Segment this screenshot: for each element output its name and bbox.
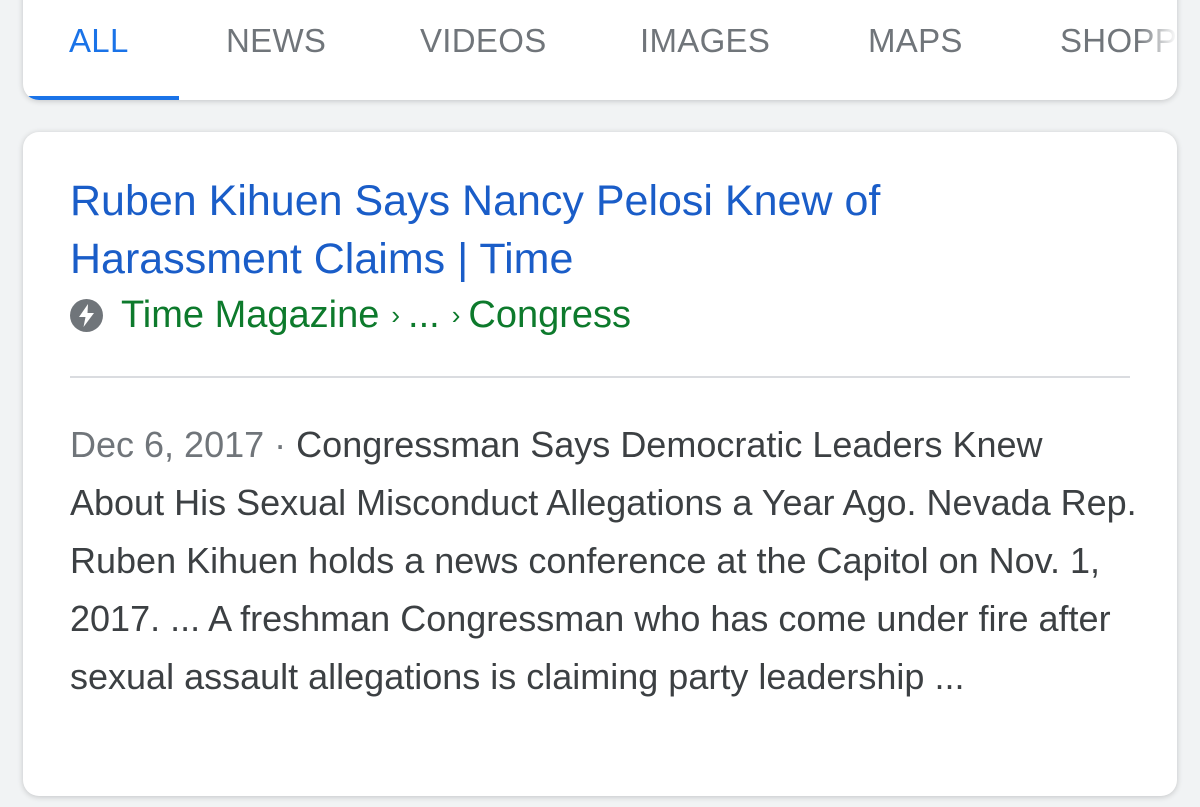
result-snippet: Dec 6, 2017 · Congressman Says Democrati… <box>70 416 1140 706</box>
tab-videos[interactable]: VIDEOS <box>420 22 547 60</box>
snippet-date-separator: · <box>274 424 287 465</box>
breadcrumb-site: Time Magazine <box>121 293 380 336</box>
search-result-card: Ruben Kihuen Says Nancy Pelosi Knew of H… <box>23 132 1177 796</box>
breadcrumb-separator: › <box>391 299 401 330</box>
active-tab-indicator <box>23 96 179 100</box>
tab-all[interactable]: ALL <box>69 22 129 60</box>
tab-news[interactable]: NEWS <box>226 22 326 60</box>
tab-maps[interactable]: MAPS <box>868 22 963 60</box>
snippet-date: Dec 6, 2017 <box>70 424 265 465</box>
breadcrumb-ellipsis: ... <box>408 293 440 336</box>
search-tabs-bar: ALL NEWS VIDEOS IMAGES MAPS SHOPP <box>23 0 1177 100</box>
tab-images[interactable]: IMAGES <box>640 22 770 60</box>
breadcrumb-separator: › <box>451 299 461 330</box>
result-divider <box>70 376 1130 378</box>
tabs-overflow-fade <box>1137 0 1177 100</box>
breadcrumb-section: Congress <box>468 293 632 336</box>
result-breadcrumb[interactable]: Time Magazine › ... › Congress <box>70 292 631 338</box>
result-title-link[interactable]: Ruben Kihuen Says Nancy Pelosi Knew of H… <box>70 172 1070 288</box>
amp-lightning-icon <box>70 298 103 332</box>
